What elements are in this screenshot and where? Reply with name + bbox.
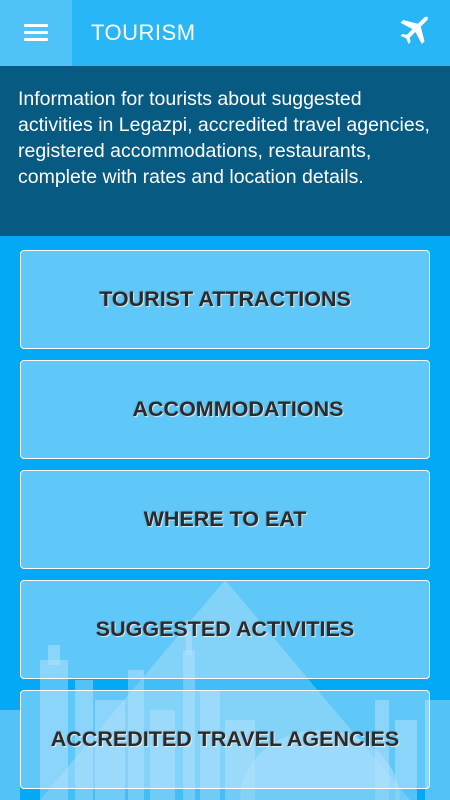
button-label: SUGGESTED ACTIVITIES xyxy=(95,617,355,641)
accommodations-button[interactable]: ACCOMMODATIONS xyxy=(20,360,430,459)
menu-button[interactable] xyxy=(0,0,72,66)
hamburger-menu-icon xyxy=(24,24,48,42)
button-label: ACCREDITED TRAVEL AGENCIES xyxy=(50,727,400,751)
intro-text: Information for tourists about suggested… xyxy=(18,88,430,188)
intro-panel: Information for tourists about suggested… xyxy=(0,66,450,236)
suggested-activities-button[interactable]: SUGGESTED ACTIVITIES xyxy=(20,580,430,679)
button-label: TOURIST ATTRACTIONS xyxy=(99,287,351,311)
accredited-travel-agencies-button[interactable]: ACCREDITED TRAVEL AGENCIES xyxy=(20,690,430,789)
where-to-eat-button[interactable]: WHERE TO EAT xyxy=(20,470,430,569)
page-title: TOURISM xyxy=(91,20,196,45)
airplane-icon[interactable] xyxy=(396,14,432,50)
app-bar: TOURISM xyxy=(0,0,450,66)
button-label: ACCOMMODATIONS xyxy=(132,397,344,421)
button-label: WHERE TO EAT xyxy=(143,507,307,531)
tourist-attractions-button[interactable]: TOURIST ATTRACTIONS xyxy=(20,250,430,349)
